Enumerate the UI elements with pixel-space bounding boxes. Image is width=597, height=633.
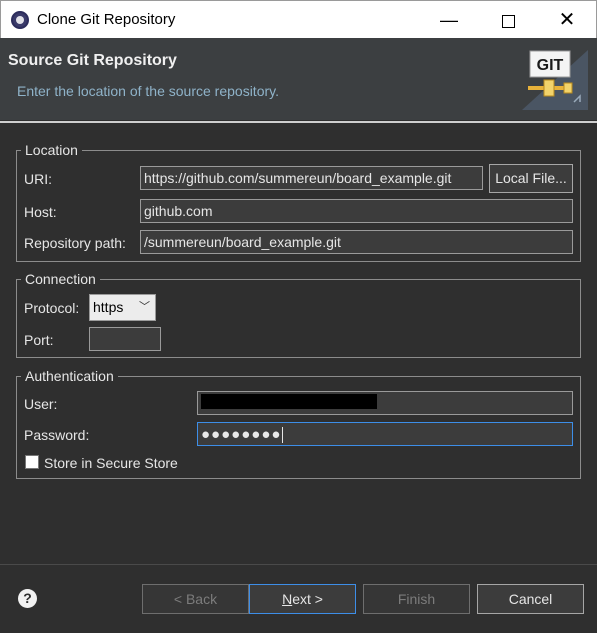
- repository-path-label: Repository path:: [24, 235, 126, 251]
- maximize-icon: [501, 14, 515, 28]
- text-caret: [282, 427, 284, 444]
- page-description: Enter the location of the source reposit…: [17, 83, 279, 99]
- repository-path-input[interactable]: /summereun/board_example.git: [140, 230, 573, 254]
- host-label: Host:: [24, 204, 57, 220]
- page-title: Source Git Repository: [8, 52, 177, 69]
- redacted-username: [201, 394, 377, 409]
- password-label: Password:: [24, 427, 90, 443]
- protocol-value: https: [93, 299, 124, 315]
- password-input[interactable]: ●●●●●●●●: [197, 422, 573, 446]
- finish-button[interactable]: Finish: [363, 584, 470, 614]
- store-secure-label: Store in Secure Store: [44, 455, 178, 471]
- git-logo-text: GIT: [537, 57, 564, 74]
- cancel-button[interactable]: Cancel: [477, 584, 584, 614]
- next-label: ext >: [292, 591, 323, 607]
- minimize-button[interactable]: —: [423, 1, 475, 39]
- port-input[interactable]: [89, 327, 161, 351]
- store-secure-checkbox[interactable]: [25, 455, 39, 469]
- help-icon[interactable]: ?: [18, 589, 37, 608]
- uri-label: URI:: [24, 171, 52, 187]
- password-dots: ●●●●●●●●: [201, 426, 282, 443]
- back-button[interactable]: < Back: [142, 584, 249, 614]
- banner-separator: [0, 121, 597, 123]
- next-mnemonic: N: [282, 591, 293, 607]
- window-title: Clone Git Repository: [37, 11, 176, 28]
- host-input[interactable]: github.com: [140, 199, 573, 223]
- uri-input[interactable]: https://github.com/summereun/board_examp…: [140, 166, 483, 190]
- next-button[interactable]: Next >: [249, 584, 356, 614]
- port-label: Port:: [24, 332, 54, 348]
- connection-legend: Connection: [25, 271, 96, 287]
- close-button[interactable]: ✕: [541, 1, 593, 39]
- wizard-banner: Source Git Repository Enter the location…: [0, 38, 597, 120]
- location-legend: Location: [25, 142, 78, 158]
- local-file-button[interactable]: Local File...: [489, 164, 573, 193]
- eclipse-app-icon: [11, 11, 29, 29]
- uri-value: https://github.com/summereun/board_examp…: [144, 170, 452, 186]
- footer-separator: [0, 564, 597, 565]
- protocol-select[interactable]: https ﹀: [89, 294, 156, 321]
- user-input[interactable]: [197, 391, 573, 415]
- user-label: User:: [24, 396, 58, 412]
- chevron-down-icon: ﹀: [139, 301, 150, 313]
- protocol-label: Protocol:: [24, 300, 80, 316]
- git-logo-icon: GIT: [522, 50, 588, 110]
- authentication-legend: Authentication: [25, 368, 114, 384]
- window-titlebar: Clone Git Repository — ✕: [0, 0, 597, 38]
- maximize-button[interactable]: [482, 1, 534, 39]
